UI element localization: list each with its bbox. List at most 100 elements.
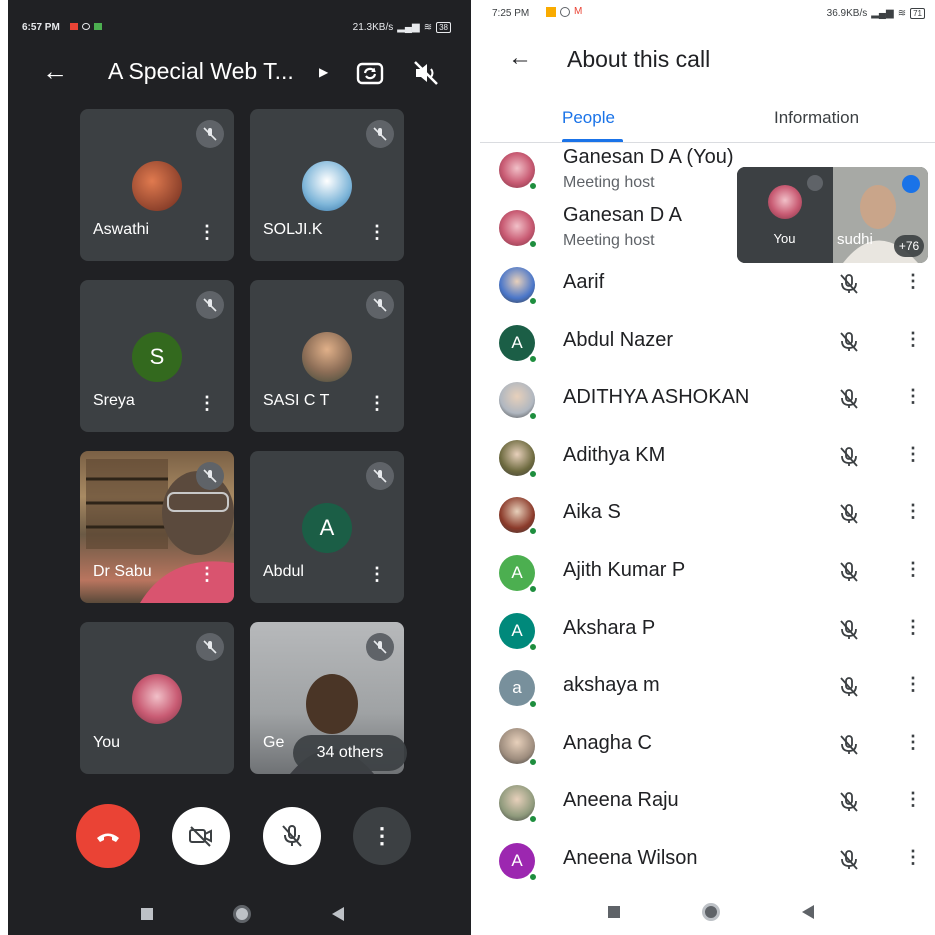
participant-name: akshaya m <box>563 674 660 697</box>
more-vert-icon[interactable]: ⋮ <box>904 501 922 522</box>
mic-off-icon <box>366 291 394 319</box>
online-indicator <box>528 296 538 306</box>
more-vert-icon[interactable]: ⋮ <box>368 394 386 412</box>
more-vert-icon[interactable]: ⋮ <box>904 674 922 695</box>
mic-off-icon <box>838 273 860 295</box>
more-vert-icon[interactable]: ⋮ <box>904 271 922 292</box>
participant-name: Sreya <box>93 392 135 409</box>
notification-icons <box>70 23 102 30</box>
more-options-button[interactable]: ⋮ <box>353 807 411 865</box>
participant-name: Akshara P <box>563 616 656 639</box>
list-item[interactable]: A Aneena Wilson ⋮ <box>480 835 935 892</box>
switch-camera-icon[interactable] <box>355 59 385 87</box>
back-nav-icon[interactable] <box>332 907 344 921</box>
videocam-off-icon <box>189 826 212 847</box>
list-item[interactable]: Aneena Raju ⋮ <box>480 777 935 834</box>
others-badge[interactable]: 34 others <box>293 735 407 771</box>
more-vert-icon[interactable]: ⋮ <box>904 559 922 580</box>
online-indicator <box>528 814 538 825</box>
tab-information[interactable]: Information <box>774 108 859 128</box>
participant-name: ADITHYA ASHOKAN <box>563 386 750 409</box>
participant-name: Ajith Kumar P <box>563 559 686 581</box>
list-item[interactable]: Aika S ⋮ <box>480 489 935 546</box>
participant-tile[interactable]: S Sreya ⋮ <box>80 280 234 432</box>
list-item[interactable]: Aarif ⋮ <box>480 259 935 316</box>
recents-icon[interactable] <box>608 906 620 918</box>
recents-icon[interactable] <box>141 908 153 920</box>
back-nav-icon[interactable] <box>802 905 814 919</box>
online-indicator <box>528 872 538 882</box>
more-vert-icon[interactable]: ⋮ <box>904 329 922 350</box>
mic-off-icon <box>838 619 860 641</box>
signal-icon: ▂▄▆ <box>397 22 420 33</box>
participant-name: Aika S <box>563 501 621 524</box>
meeting-title[interactable]: A Special Web T... <box>108 58 294 85</box>
avatar <box>768 185 802 219</box>
mic-off-icon <box>838 676 860 698</box>
more-vert-icon[interactable]: ⋮ <box>904 386 922 407</box>
speaker-off-icon[interactable] <box>411 58 441 88</box>
back-arrow-icon[interactable]: ← <box>42 56 68 86</box>
more-vert-icon[interactable]: ⋮ <box>368 223 386 241</box>
status-bar: 7:25 PM M 36.9KB/s ▂▄▆ ≋ 71 <box>480 0 935 28</box>
list-item[interactable]: A Abdul Nazer ⋮ <box>480 317 935 374</box>
mic-off-icon <box>838 388 860 410</box>
list-item[interactable]: A Ajith Kumar P ⋮ <box>480 547 935 604</box>
signal-icon: ▂▄▆ <box>871 8 894 19</box>
more-vert-icon[interactable]: ⋮ <box>198 565 216 583</box>
list-item[interactable]: Adithya KM ⋮ <box>480 432 935 489</box>
online-indicator <box>528 699 538 710</box>
home-icon[interactable] <box>233 905 251 923</box>
more-vert-icon[interactable]: ⋮ <box>904 617 922 638</box>
participant-tile[interactable]: A Abdul ⋮ <box>250 451 404 603</box>
camera-toggle-button[interactable] <box>172 807 230 865</box>
participant-name: SASI C T <box>263 392 330 409</box>
participant-name: Anagha C <box>563 731 652 754</box>
participant-tile-video[interactable]: Dr Sabu ⋮ <box>80 451 234 603</box>
list-item[interactable]: A Akshara P ⋮ <box>480 605 935 662</box>
home-icon[interactable] <box>702 903 720 921</box>
more-vert-icon[interactable]: ⋮ <box>904 847 922 868</box>
battery-icon: 38 <box>436 22 451 33</box>
wifi-icon: ≋ <box>423 22 433 33</box>
wifi-icon: ≋ <box>897 8 907 19</box>
pip-other-tile: sudhi +76 <box>833 167 928 263</box>
extra-participants-badge: +76 <box>894 235 924 257</box>
participant-name: Abdul Nazer <box>563 328 674 351</box>
status-bar: 6:57 PM 21.3KB/s ▂▄▆ ≋ 38 <box>8 0 471 48</box>
mic-off-icon <box>196 291 224 319</box>
list-item[interactable]: ADITHYA ASHOKAN ⋮ <box>480 374 935 431</box>
participant-tile[interactable]: SOLJI.K ⋮ <box>250 109 404 261</box>
divider <box>480 142 935 143</box>
status-time: 7:25 PM <box>492 8 530 19</box>
back-arrow-icon[interactable]: ← <box>508 44 532 72</box>
list-item[interactable]: a akshaya m ⋮ <box>480 662 935 719</box>
speaking-icon <box>902 175 920 193</box>
pip-self-tile: You <box>737 167 832 263</box>
participant-tile[interactable]: SASI C T ⋮ <box>250 280 404 432</box>
online-indicator <box>528 239 538 249</box>
more-vert-icon[interactable]: ⋮ <box>368 565 386 583</box>
net-speed: 36.9KB/s <box>826 8 868 19</box>
chevron-right-icon[interactable]: ▶ <box>319 65 328 79</box>
online-indicator <box>528 526 538 537</box>
more-vert-icon[interactable]: ⋮ <box>198 394 216 412</box>
end-call-button[interactable] <box>76 804 140 868</box>
mic-toggle-button[interactable] <box>263 807 321 865</box>
more-vert-icon[interactable]: ⋮ <box>198 223 216 241</box>
picture-in-picture-preview[interactable]: You sudhi +76 <box>737 167 928 263</box>
participant-tile-self[interactable]: You <box>80 622 234 774</box>
participant-name: Aneena Wilson <box>563 847 698 869</box>
more-vert-icon[interactable]: ⋮ <box>904 732 922 753</box>
more-vert-icon[interactable]: ⋮ <box>904 789 922 810</box>
participant-tile[interactable]: Aswathi ⋮ <box>80 109 234 261</box>
participant-role: Meeting host <box>563 174 655 191</box>
more-vert-icon[interactable]: ⋮ <box>904 444 922 465</box>
call-end-icon <box>97 833 119 842</box>
participant-name: Aarif <box>563 271 605 293</box>
online-indicator <box>528 468 538 479</box>
tab-people[interactable]: People <box>562 108 615 128</box>
avatar <box>132 674 182 724</box>
list-item[interactable]: Anagha C ⋮ <box>480 720 935 777</box>
participant-name: SOLJI.K <box>263 221 323 238</box>
